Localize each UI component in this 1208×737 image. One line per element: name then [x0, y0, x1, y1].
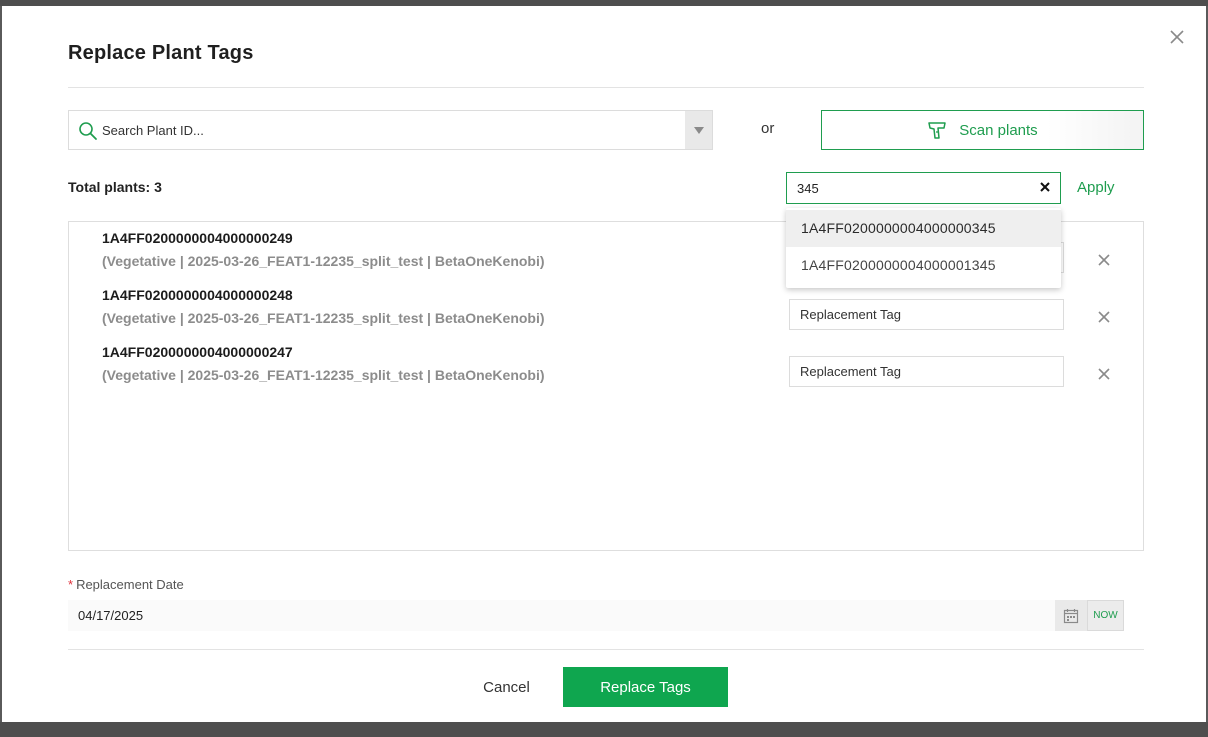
- search-input[interactable]: [102, 111, 682, 149]
- suggestion-option[interactable]: 1A4FF0200000004000000345: [786, 210, 1061, 247]
- total-plants-count: Total plants: 3: [68, 179, 162, 195]
- barcode-scanner-icon: [927, 119, 949, 141]
- tag-suggestions-dropdown: 1A4FF0200000004000000345 1A4FF0200000004…: [786, 208, 1061, 288]
- plant-meta: (Vegetative | 2025-03-26_FEAT1-12235_spl…: [102, 310, 545, 326]
- plant-id: 1A4FF0200000004000000249: [102, 230, 293, 246]
- tag-filter-input[interactable]: [797, 173, 1027, 203]
- replacement-date-field[interactable]: [68, 600, 1056, 631]
- remove-plant-icon[interactable]: [1097, 367, 1111, 381]
- remove-plant-icon[interactable]: [1097, 253, 1111, 267]
- replacement-tag-input[interactable]: [789, 356, 1064, 387]
- calendar-icon[interactable]: [1055, 600, 1087, 631]
- replace-tags-button[interactable]: Replace Tags: [563, 667, 728, 707]
- replacement-date-label: * Replacement Date: [68, 577, 184, 592]
- clear-icon[interactable]: [1038, 180, 1052, 194]
- close-icon[interactable]: [1166, 26, 1188, 48]
- replacement-date-input[interactable]: [78, 600, 978, 631]
- scan-plants-label: Scan plants: [959, 121, 1038, 139]
- footer-divider: [68, 649, 1144, 650]
- plant-meta: (Vegetative | 2025-03-26_FEAT1-12235_spl…: [102, 367, 545, 383]
- required-marker: *: [68, 577, 74, 592]
- cancel-button[interactable]: Cancel: [454, 667, 559, 707]
- plant-id: 1A4FF0200000004000000247: [102, 344, 293, 360]
- plant-search-select[interactable]: [68, 110, 713, 150]
- backdrop-bottom: [0, 722, 1208, 737]
- caret-down-icon[interactable]: [685, 111, 712, 149]
- plant-id: 1A4FF0200000004000000248: [102, 287, 293, 303]
- now-button[interactable]: NOW: [1087, 600, 1124, 631]
- apply-button[interactable]: Apply: [1077, 179, 1115, 196]
- replacement-tag-input[interactable]: [789, 299, 1064, 330]
- plant-row: 1A4FF0200000004000000248 (Vegetative | 2…: [69, 287, 1143, 344]
- plant-row: 1A4FF0200000004000000247 (Vegetative | 2…: [69, 344, 1143, 401]
- suggestion-option[interactable]: 1A4FF0200000004000001345: [786, 247, 1061, 284]
- search-icon: [78, 121, 98, 141]
- scan-plants-button[interactable]: Scan plants: [821, 110, 1144, 150]
- remove-plant-icon[interactable]: [1097, 310, 1111, 324]
- dialog-title: Replace Plant Tags: [68, 42, 254, 64]
- or-label: or: [761, 120, 775, 137]
- header-divider: [68, 87, 1144, 88]
- tag-filter-field[interactable]: [786, 172, 1061, 204]
- plant-meta: (Vegetative | 2025-03-26_FEAT1-12235_spl…: [102, 253, 545, 269]
- replacement-date-label-text: Replacement Date: [76, 577, 184, 592]
- replace-plant-tags-dialog: Replace Plant Tags or Scan plants Total …: [2, 6, 1206, 722]
